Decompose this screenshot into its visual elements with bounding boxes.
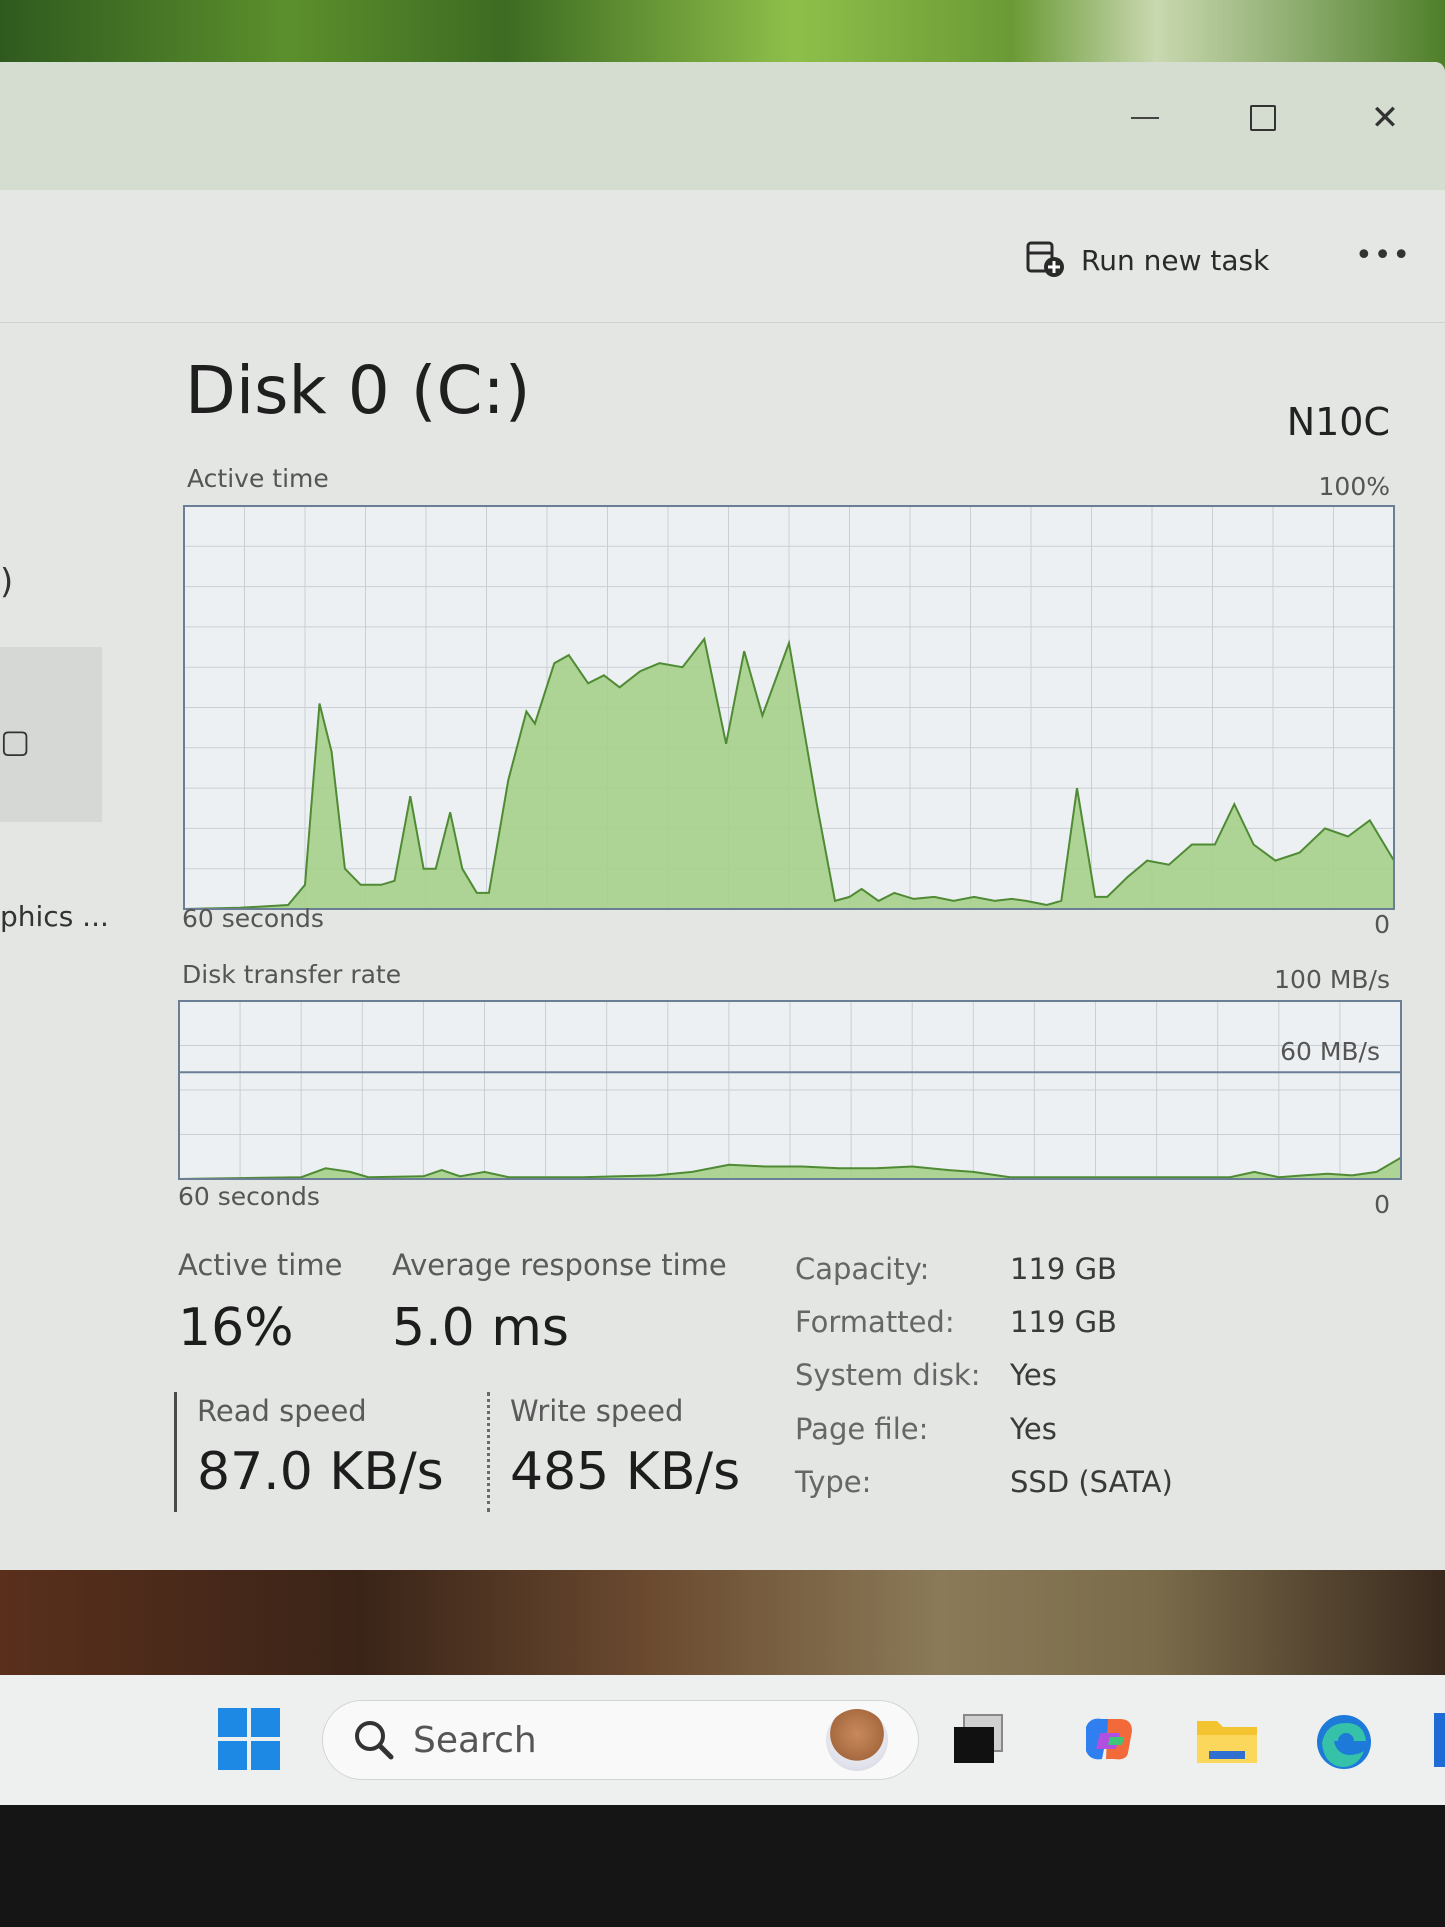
- toolbar: Run new task •••: [0, 190, 1445, 323]
- write-speed-indicator: [487, 1392, 490, 1512]
- avg-response-value: 5.0 ms: [392, 1298, 569, 1358]
- maximize-button[interactable]: [1228, 90, 1298, 146]
- property-label: Capacity:: [795, 1252, 930, 1286]
- transfer-rate-min-label: 0: [1374, 1190, 1390, 1219]
- search-highlight-image: [826, 1709, 888, 1771]
- transfer-rate-chart-label: Disk transfer rate: [182, 960, 402, 989]
- edge-icon: [1317, 1715, 1371, 1769]
- disk-model: N10C: [1286, 400, 1390, 444]
- title-bar[interactable]: ✕: [0, 62, 1445, 190]
- more-options-button[interactable]: •••: [1355, 238, 1411, 273]
- active-time-stat-value: 16%: [178, 1298, 294, 1358]
- sidebar-item-label[interactable]: phics ...: [0, 900, 109, 933]
- read-speed-indicator: [174, 1392, 177, 1512]
- close-icon: ✕: [1370, 98, 1400, 138]
- edge-browser-button[interactable]: [1312, 1713, 1376, 1775]
- minimize-icon: [1131, 117, 1159, 119]
- transfer-rate-duration-label: 60 seconds: [178, 1182, 320, 1211]
- transfer-rate-chart: [178, 1000, 1402, 1180]
- pinned-app-icon[interactable]: [1434, 1713, 1445, 1767]
- file-explorer-button[interactable]: [1195, 1713, 1259, 1771]
- copilot-icon: [1086, 1718, 1132, 1760]
- property-label: Formatted:: [795, 1305, 955, 1339]
- active-time-max-label: 100%: [1318, 472, 1390, 501]
- property-label: Type:: [795, 1465, 872, 1499]
- search-placeholder: Search: [413, 1719, 537, 1761]
- sidebar-item-fragment[interactable]: ): [0, 562, 13, 602]
- property-value: 119 GB: [1010, 1305, 1117, 1339]
- desktop-wallpaper-bottom: [0, 1565, 1445, 1675]
- disk-icon: ▢: [0, 722, 31, 760]
- task-view-button[interactable]: [952, 1713, 1004, 1769]
- run-task-icon: [1026, 241, 1064, 277]
- property-value: Yes: [1010, 1358, 1057, 1392]
- copilot-button[interactable]: [1080, 1713, 1138, 1769]
- write-speed-value: 485 KB/s: [510, 1442, 741, 1502]
- property-value: SSD (SATA): [1010, 1465, 1173, 1499]
- folder-icon: [1197, 1721, 1257, 1763]
- active-time-duration-label: 60 seconds: [182, 904, 324, 933]
- active-time-chart-label: Active time: [187, 464, 329, 493]
- active-time-min-label: 0: [1374, 910, 1390, 939]
- task-view-icon: [954, 1714, 1003, 1763]
- search-icon: [355, 1721, 394, 1760]
- transfer-rate-mid-label: 60 MB/s: [1280, 1037, 1380, 1066]
- windows-logo-icon: [218, 1708, 280, 1770]
- run-new-task-label: Run new task: [1081, 243, 1270, 277]
- maximize-icon: [1250, 105, 1276, 131]
- property-label: System disk:: [795, 1358, 981, 1392]
- active-time-stat-label: Active time: [178, 1248, 343, 1282]
- write-speed-label: Write speed: [510, 1394, 684, 1428]
- screen-bezel: [0, 1805, 1445, 1927]
- run-new-task-button[interactable]: Run new task: [1025, 235, 1269, 285]
- minimize-button[interactable]: [1110, 90, 1180, 146]
- desktop-wallpaper-top: [0, 0, 1445, 70]
- start-button[interactable]: [218, 1708, 280, 1774]
- active-time-chart: [183, 505, 1395, 910]
- read-speed-value: 87.0 KB/s: [197, 1442, 444, 1502]
- task-manager-window: ✕ Run new task ••• ) ▢ phics ... Disk 0 …: [0, 62, 1445, 1570]
- read-speed-label: Read speed: [197, 1394, 367, 1428]
- property-value: 119 GB: [1010, 1252, 1117, 1286]
- taskbar-search-box[interactable]: Search: [322, 1700, 919, 1780]
- close-button[interactable]: ✕: [1350, 90, 1420, 146]
- property-value: Yes: [1010, 1412, 1057, 1446]
- property-label: Page file:: [795, 1412, 929, 1446]
- avg-response-label: Average response time: [392, 1248, 727, 1282]
- transfer-rate-max-label: 100 MB/s: [1274, 965, 1390, 994]
- taskbar: Search: [0, 1675, 1445, 1805]
- page-title: Disk 0 (C:): [185, 352, 531, 429]
